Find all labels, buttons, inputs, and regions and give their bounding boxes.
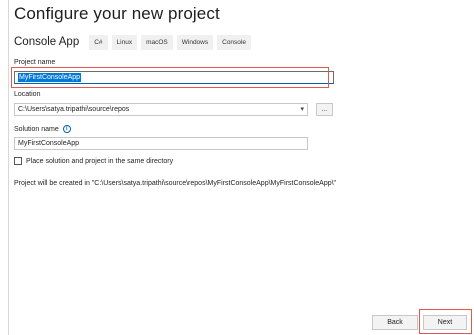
- chevron-down-icon: ▾: [300, 106, 304, 113]
- solution-name-input[interactable]: MyFirstConsoleApp: [14, 137, 308, 150]
- project-name-highlight: [11, 67, 329, 88]
- same-directory-label: Place solution and project in the same d…: [26, 157, 174, 165]
- window-left-border: [8, 0, 9, 335]
- tag-macos: macOS: [141, 34, 173, 50]
- project-name-label: Project name: [14, 59, 56, 66]
- browse-location-button[interactable]: ...: [316, 103, 333, 116]
- configure-project-window: Configure your new project Console App C…: [0, 0, 474, 335]
- next-button-highlight: [419, 309, 472, 334]
- location-value: C:\Users\satya.tripathi\source\repos: [18, 106, 130, 113]
- template-summary: Console App C# Linux macOS Windows Conso…: [14, 34, 255, 50]
- template-name: Console App: [14, 36, 80, 48]
- info-icon[interactable]: i: [62, 125, 71, 133]
- page-title: Configure your new project: [14, 4, 220, 23]
- solution-name-label: Solution name: [14, 125, 59, 133]
- solution-name-value: MyFirstConsoleApp: [18, 140, 80, 147]
- location-label: Location: [14, 91, 41, 98]
- solution-name-label-row: Solution name i: [14, 125, 71, 133]
- project-path-info: Project will be created in "C:\Users\sat…: [14, 180, 337, 187]
- tag-windows: Windows: [176, 34, 214, 50]
- same-directory-checkbox[interactable]: [14, 157, 22, 165]
- back-button[interactable]: Back: [372, 315, 418, 330]
- same-directory-option[interactable]: Place solution and project in the same d…: [14, 157, 173, 165]
- tag-linux: Linux: [111, 34, 138, 50]
- tag-csharp: C#: [89, 34, 108, 50]
- location-dropdown[interactable]: C:\Users\satya.tripathi\source\repos ▾: [14, 103, 308, 116]
- tag-console: Console: [217, 34, 251, 50]
